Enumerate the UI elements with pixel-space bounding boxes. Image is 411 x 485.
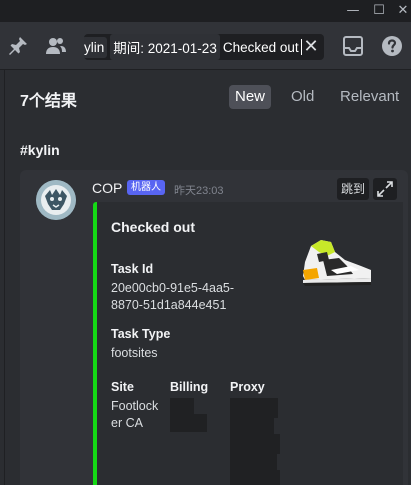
- redacted-block: [230, 416, 274, 436]
- redacted-block: [170, 414, 207, 432]
- field-name-task-id: Task Id: [111, 262, 154, 276]
- avatar[interactable]: [36, 180, 76, 220]
- help-icon[interactable]: [380, 34, 404, 58]
- search-result-message[interactable]: COP 机器人 昨天23:03 跳到 Checked out Task Id 2…: [20, 170, 408, 485]
- jump-to-message-button[interactable]: 跳到: [337, 178, 370, 200]
- message-author[interactable]: COP: [92, 180, 122, 196]
- result-channel-name[interactable]: #kylin: [20, 142, 60, 158]
- results-header: 7个结果 New Old Relevant: [5, 70, 411, 124]
- search-typed-text: Checked out: [222, 39, 299, 55]
- field-value-task-type: footsites: [111, 346, 158, 360]
- clear-search-icon[interactable]: ✕: [300, 34, 322, 60]
- member-list-icon[interactable]: [44, 34, 68, 58]
- field-value-site-line-1: Footlock: [111, 399, 159, 413]
- field-name-task-type: Task Type: [111, 327, 171, 341]
- bot-tag: 机器人: [127, 180, 165, 195]
- redacted-block: [230, 434, 280, 454]
- field-value-site-line-2: er CA: [111, 416, 143, 430]
- redacted-block: [230, 398, 278, 418]
- field-name-proxy: Proxy: [230, 380, 265, 394]
- sort-tab-new[interactable]: New: [229, 85, 272, 109]
- sort-tab-old[interactable]: Old: [285, 85, 320, 109]
- search-input[interactable]: ylin 期间: 2021-01-23 Checked out: [84, 34, 324, 60]
- field-name-billing: Billing: [170, 380, 209, 394]
- redacted-block: [230, 452, 277, 472]
- close-window-button[interactable]: ✕: [390, 0, 411, 22]
- pin-icon[interactable]: [6, 34, 30, 58]
- inbox-icon[interactable]: [341, 34, 365, 58]
- redacted-block: [230, 470, 280, 485]
- message-embed: Checked out Task Id 20e00cb0-91e5-4aa5- …: [93, 202, 403, 485]
- maximize-button[interactable]: ☐: [366, 0, 392, 22]
- minimize-button[interactable]: —: [340, 0, 366, 22]
- title-bar: — ☐ ✕: [0, 0, 411, 22]
- field-value-task-id-line-2: 8870-51d1a844e451: [111, 298, 227, 312]
- field-name-site: Site: [111, 380, 134, 394]
- search-chip-date[interactable]: 期间: 2021-01-23: [110, 34, 220, 60]
- channel-toolbar: ylin 期间: 2021-01-23 Checked out ✕: [0, 22, 411, 70]
- expand-icon[interactable]: [373, 178, 397, 200]
- search-results-panel: 7个结果 New Old Relevant #kylin COP 机器人 昨天2…: [4, 70, 411, 485]
- search-chip-user[interactable]: ylin: [84, 36, 108, 58]
- message-timestamp: 昨天23:03: [174, 185, 224, 197]
- sneaker-thumbnail[interactable]: [297, 230, 377, 290]
- embed-title: Checked out: [111, 219, 196, 235]
- result-count: 7个结果: [20, 93, 77, 110]
- field-value-task-id-line-1: 20e00cb0-91e5-4aa5-: [111, 281, 235, 295]
- sort-tab-relevant[interactable]: Relevant: [334, 85, 405, 109]
